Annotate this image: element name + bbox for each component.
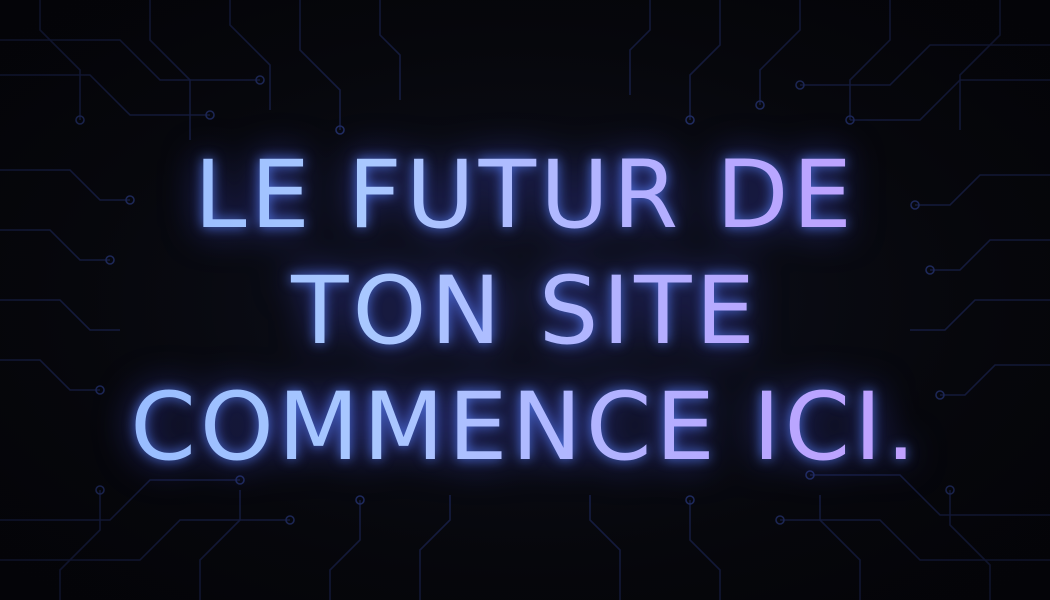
hero-banner: LE FUTUR DE TON SITE COMMENCE ICI. bbox=[0, 0, 1050, 600]
headline-line-2: TON SITE bbox=[291, 257, 759, 366]
headline-line-3: COMMENCE ICI. bbox=[130, 373, 920, 482]
hero-headline: LE FUTUR DE TON SITE COMMENCE ICI. bbox=[0, 138, 1050, 486]
headline-line-1: LE FUTUR DE bbox=[194, 141, 856, 250]
